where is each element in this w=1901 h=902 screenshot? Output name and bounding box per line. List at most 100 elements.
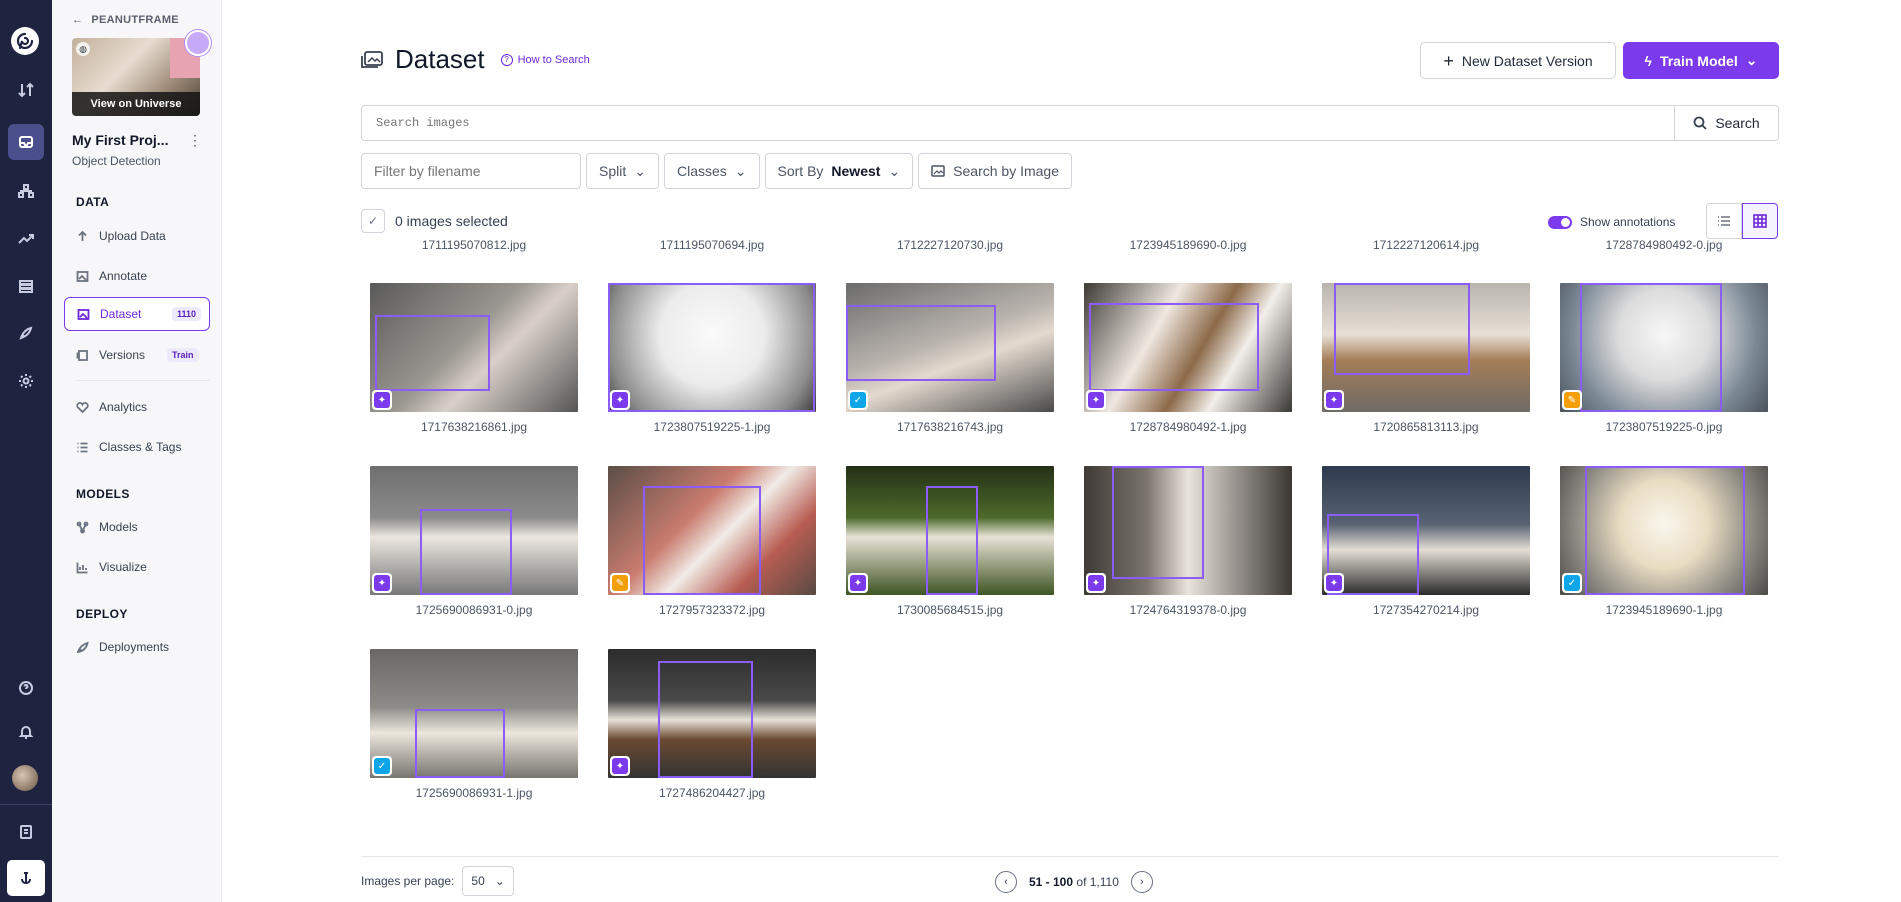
annotation-bounding-box <box>926 486 978 595</box>
sort-dropdown[interactable]: Sort By Newest ⌄ <box>764 153 914 189</box>
classes-dropdown[interactable]: Classes ⌄ <box>663 153 760 189</box>
chevron-down-icon[interactable]: ⌄ <box>1746 52 1758 69</box>
annotation-bounding-box <box>1089 303 1259 391</box>
select-all-checkbox[interactable]: ✓ <box>361 209 385 233</box>
annotation-bounding-box <box>846 305 996 381</box>
filename: 1723807519225-1.jpg <box>653 420 771 434</box>
project-thumbnail[interactable]: ◍ View on Universe <box>72 38 200 116</box>
image-thumbnail[interactable]: ✦ <box>1322 283 1530 412</box>
image-thumbnail[interactable]: ✎ <box>1560 283 1768 412</box>
image-card[interactable]: ✦ 1717638216861.jpg <box>370 283 578 434</box>
sidebar-item-label: Versions <box>99 348 146 362</box>
deploy-rail-icon[interactable] <box>8 315 44 351</box>
search-by-image-button[interactable]: Search by Image <box>918 153 1073 189</box>
sidebar-item-models[interactable]: Models <box>64 510 210 544</box>
anchor-icon[interactable] <box>7 860 45 896</box>
image-thumbnail[interactable]: ✦ <box>608 283 816 412</box>
per-page-dropdown[interactable]: 50 ⌄ <box>462 866 514 896</box>
image-thumbnail[interactable]: ✦ <box>1322 466 1530 595</box>
filename-filter-input[interactable] <box>374 163 564 179</box>
image-card[interactable]: ✎ 1727957323372.jpg <box>608 466 816 617</box>
annotation-bounding-box <box>420 509 512 595</box>
split-dropdown[interactable]: Split ⌄ <box>586 153 659 189</box>
sidebar-item-versions[interactable]: Versions Train <box>64 338 210 372</box>
image-thumbnail[interactable]: ✦ <box>1084 283 1292 412</box>
image-card[interactable]: ✦ 1727486204427.jpg <box>608 649 816 800</box>
swap-icon[interactable] <box>8 72 44 108</box>
kebab-menu-icon[interactable]: ⋮ <box>188 132 202 149</box>
image-card[interactable]: ✦ 1723807519225-1.jpg <box>608 283 816 434</box>
image-card[interactable]: ✦ 1725690086931-0.jpg <box>370 466 578 617</box>
image-thumbnail[interactable]: ✦ <box>1084 466 1292 595</box>
filename: 1727957323372.jpg <box>658 603 766 617</box>
sidebar-item-analytics[interactable]: Analytics <box>64 390 210 424</box>
image-thumbnail[interactable]: ✦ <box>846 466 1054 595</box>
image-thumbnail[interactable]: ✓ <box>370 649 578 778</box>
analytics-icon <box>76 401 89 413</box>
split-label: Split <box>599 163 627 179</box>
search-input[interactable] <box>362 106 1674 140</box>
next-page-button[interactable]: › <box>1130 871 1153 893</box>
image-thumbnail[interactable]: ✓ <box>1560 466 1768 595</box>
sidebar-item-annotate[interactable]: Annotate <box>64 259 210 293</box>
grid-view-button[interactable] <box>1742 203 1778 239</box>
analytics-rail-icon[interactable] <box>8 220 44 256</box>
annotation-bounding-box <box>1334 283 1470 375</box>
help-icon[interactable] <box>8 670 44 706</box>
of-label: of <box>1076 875 1087 889</box>
image-card[interactable]: ✦ 1730085684515.jpg <box>846 466 1054 617</box>
image-card[interactable]: ✓ 1717638216743.jpg <box>846 283 1054 434</box>
image-card[interactable]: ✦ 1728784980492-1.jpg <box>1084 283 1292 434</box>
filename: 1724764319378-0.jpg <box>1129 603 1247 617</box>
arrow-left-icon: ← <box>72 14 84 26</box>
filename: 1723945189690-1.jpg <box>1605 603 1723 617</box>
image-thumbnail[interactable]: ✎ <box>608 466 816 595</box>
image-card[interactable]: ✎ 1723807519225-0.jpg <box>1560 283 1768 434</box>
sidebar-item-upload[interactable]: Upload Data <box>64 219 210 253</box>
search-button[interactable]: Search <box>1674 106 1778 140</box>
filename: 1712227120730.jpg <box>896 238 1004 252</box>
project-name[interactable]: My First Proj... <box>72 132 168 148</box>
image-card[interactable]: ✦ 1720865813113.jpg <box>1322 283 1530 434</box>
how-to-search-label: How to Search <box>517 53 590 66</box>
workspace-back-link[interactable]: ← PEANUTFRAME <box>72 14 179 26</box>
user-avatar[interactable] <box>12 765 38 791</box>
annotation-bounding-box <box>1585 466 1745 595</box>
view-on-universe-button[interactable]: View on Universe <box>72 92 200 116</box>
section-models: MODELS <box>76 487 130 501</box>
image-thumbnail[interactable]: ✦ <box>370 283 578 412</box>
image-card[interactable]: ✓ 1723945189690-1.jpg <box>1560 466 1768 617</box>
sidebar-item-classes[interactable]: Classes & Tags <box>64 430 210 464</box>
list-view-button[interactable] <box>1706 203 1742 239</box>
pagination: ‹ 51 - 100 of 1,110 › <box>995 871 1153 893</box>
projects-icon[interactable] <box>8 124 44 160</box>
main-content: Dataset ? How to Search + New Dataset Ve… <box>222 0 1901 902</box>
show-annotations-toggle[interactable] <box>1548 215 1572 229</box>
page-range: 51 - 100 <box>1029 875 1074 889</box>
workflows-icon[interactable] <box>8 173 44 209</box>
train-model-button[interactable]: ϟ Train Model ⌄ <box>1623 42 1779 79</box>
new-dataset-version-button[interactable]: + New Dataset Version <box>1420 42 1616 79</box>
image-thumbnail[interactable]: ✦ <box>370 466 578 595</box>
roboflow-logo-icon[interactable] <box>11 27 39 55</box>
image-card[interactable]: ✦ 1724764319378-0.jpg <box>1084 466 1292 617</box>
sidebar-item-deployments[interactable]: Deployments <box>64 630 210 664</box>
image-card[interactable]: ✦ 1727354270214.jpg <box>1322 466 1530 617</box>
prev-page-button[interactable]: ‹ <box>995 871 1017 893</box>
image-thumbnail[interactable]: ✦ <box>608 649 816 778</box>
image-card[interactable]: ✓ 1725690086931-1.jpg <box>370 649 578 800</box>
image-thumbnail[interactable]: ✓ <box>846 283 1054 412</box>
how-to-search-link[interactable]: ? How to Search <box>500 53 590 66</box>
sidebar-item-dataset[interactable]: Dataset 1110 <box>64 297 210 331</box>
filename: 1725690086931-1.jpg <box>415 786 533 800</box>
monitoring-icon[interactable] <box>8 268 44 304</box>
docs-icon[interactable] <box>8 814 44 850</box>
annotation-bounding-box <box>415 709 505 778</box>
filename: 1727354270214.jpg <box>1372 603 1480 617</box>
sidebar-divider <box>76 380 210 381</box>
sidebar-item-visualize[interactable]: Visualize <box>64 550 210 584</box>
notifications-icon[interactable] <box>8 714 44 750</box>
settings-icon[interactable] <box>8 363 44 399</box>
filename: 1723807519225-0.jpg <box>1605 420 1723 434</box>
help-circle-icon: ? <box>500 53 513 66</box>
